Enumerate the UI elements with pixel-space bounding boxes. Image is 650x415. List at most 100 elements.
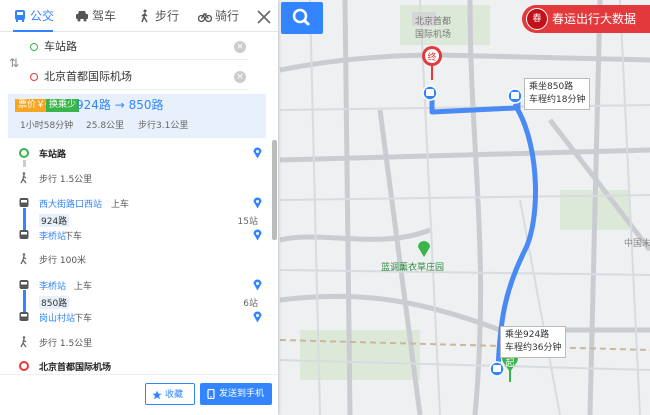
tab-bike-label: 骑行 — [215, 9, 240, 23]
end-marker-label: 终 — [427, 51, 436, 63]
step-end-name: 北京首都国际机场 — [39, 363, 112, 373]
start-field[interactable]: 车站路 × — [30, 34, 248, 60]
bus-icon — [19, 230, 29, 239]
tab-walk-label: 步行 — [155, 9, 180, 23]
walk-icon — [20, 253, 27, 265]
step-line-850-stops: 6站 — [243, 299, 258, 309]
step-alight-2[interactable]: 岗山村站 下车 — [8, 311, 270, 325]
route-distance: 25.8公里 — [86, 121, 125, 131]
route-callout-924: 乘坐924路 车程约36分钟 — [500, 326, 567, 358]
send-to-phone-label: 发送到手机 — [219, 389, 265, 399]
locate-pin-icon[interactable] — [253, 311, 262, 323]
route-inputs: 车站路 × 北京首都国际机场 × — [0, 32, 278, 94]
clear-start-icon[interactable]: × — [234, 41, 246, 53]
travel-mode-tabs: 公交 驾车 步行 骑行 — [0, 0, 278, 32]
step-alight-1[interactable]: 李桥站 下车 — [8, 229, 270, 243]
bus-stop-icon — [507, 88, 523, 104]
chinese-knot-icon: 春 — [526, 8, 548, 30]
callout-850-line: 乘坐850路 — [529, 82, 574, 92]
step-start[interactable]: 车站路 — [8, 146, 270, 160]
step-board-2-action: 上车 — [74, 282, 93, 292]
bus-icon — [15, 10, 25, 22]
route-walk-distance: 步行3.1公里 — [138, 121, 189, 131]
step-walk-3-text: 步行 1.5公里 — [39, 339, 93, 349]
tab-drive-label: 驾车 — [92, 9, 117, 23]
phone-icon — [207, 389, 215, 399]
step-walk-2: 步行 100米 — [8, 253, 270, 267]
step-board-2[interactable]: 李桥站 上车 — [8, 279, 270, 293]
step-board-1-station[interactable]: 西大街路口西站 — [39, 197, 102, 210]
step-walk-1: 步行 1.5公里 — [8, 172, 270, 186]
callout-924-time: 车程约36分钟 — [505, 343, 562, 353]
star-icon — [152, 390, 162, 400]
poi-airport-label: 北京首都 国际机场 — [415, 17, 452, 40]
start-point-icon — [19, 148, 29, 158]
locate-pin-icon[interactable] — [253, 147, 262, 159]
walk-icon — [141, 9, 148, 23]
step-board-1[interactable]: 西大街路口西站 上车 — [8, 197, 270, 211]
step-walk-3: 步行 1.5公里 — [8, 336, 270, 350]
route-summary-card[interactable]: 票价￥6 换乘少 924路 → 850路 1小时58分钟 25.8公里 步行3.… — [8, 94, 266, 138]
steps-scrollbar[interactable] — [272, 140, 277, 240]
end-field-value: 北京首都国际机场 — [44, 70, 132, 83]
search-button[interactable] — [281, 2, 323, 34]
step-line-924-stops: 15站 — [237, 217, 258, 227]
route-panel: 公交 驾车 步行 骑行 车站路 × 北京首都国际机场 × ⇅ 票价￥6 换乘少 — [0, 0, 278, 415]
favorite-button-label: 收藏 — [165, 390, 184, 400]
tab-walk[interactable]: 步行 — [138, 0, 180, 32]
step-line-924-name: 924路 — [39, 214, 70, 227]
step-walk-2-text: 步行 100米 — [39, 256, 87, 266]
start-dot-icon — [30, 43, 38, 51]
banner-text: 春运出行大数据 — [552, 12, 637, 26]
route-steps: 车站路 步行 1.5公里 西大街路口西站 上车 924路 15站 李桥站 下车 … — [8, 140, 270, 374]
tab-bus[interactable]: 公交 — [13, 0, 55, 32]
swap-icon[interactable]: ⇅ — [9, 56, 23, 70]
map-area-label: 中国末 — [624, 239, 650, 249]
end-point-icon — [19, 361, 29, 371]
poi-lavender-label: 蓝调薰衣草庄园 — [381, 263, 445, 273]
step-end[interactable]: 北京首都国际机场 — [8, 360, 270, 374]
send-to-phone-button[interactable]: 发送到手机 — [200, 383, 272, 405]
clear-end-icon[interactable]: × — [234, 71, 246, 83]
walk-icon — [20, 336, 27, 348]
favorite-button[interactable]: 收藏 — [145, 383, 195, 405]
end-field[interactable]: 北京首都国际机场 × — [30, 64, 248, 90]
search-icon — [292, 8, 310, 26]
bus-icon — [19, 198, 29, 207]
panel-footer: 收藏 发送到手机 — [0, 374, 278, 415]
fewer-transfers-tag: 换乘少 — [46, 99, 80, 112]
tab-bike[interactable]: 骑行 — [198, 0, 240, 32]
step-line-850-name: 850路 — [39, 296, 70, 309]
route-lines: 924路 → 850路 — [76, 98, 164, 112]
step-alight-1-station[interactable]: 李桥站 — [39, 229, 66, 242]
route-duration: 1小时58分钟 — [20, 121, 74, 131]
locate-pin-icon[interactable] — [253, 279, 262, 291]
step-line-850[interactable]: 850路 6站 — [8, 296, 270, 310]
close-icon[interactable] — [255, 8, 273, 26]
walk-icon — [20, 172, 27, 184]
start-marker-label: 起 — [505, 358, 514, 369]
step-connector — [23, 160, 26, 167]
end-dot-icon — [30, 73, 38, 81]
tab-bus-label: 公交 — [30, 9, 55, 23]
locate-pin-icon[interactable] — [253, 229, 262, 241]
locate-pin-icon[interactable] — [253, 197, 262, 209]
step-alight-1-action: 下车 — [64, 232, 83, 242]
car-icon — [76, 11, 88, 22]
start-field-value: 车站路 — [44, 40, 77, 53]
bike-icon — [198, 12, 212, 23]
step-walk-1-text: 步行 1.5公里 — [39, 175, 93, 185]
step-alight-2-action: 下车 — [74, 314, 93, 324]
step-alight-2-station[interactable]: 岗山村站 — [39, 311, 75, 324]
bus-icon — [19, 280, 29, 289]
bus-stop-icon — [489, 361, 505, 377]
tab-drive[interactable]: 驾车 — [75, 0, 117, 32]
route-callout-850: 乘坐850路 车程约18分钟 — [524, 78, 591, 110]
step-board-2-station[interactable]: 李桥站 — [39, 279, 66, 292]
callout-924-line: 乘坐924路 — [505, 330, 550, 340]
step-start-name: 车站路 — [39, 150, 67, 160]
spring-travel-banner[interactable]: 春 春运出行大数据 — [522, 5, 650, 33]
bus-stop-icon — [422, 85, 438, 101]
step-line-924[interactable]: 924路 15站 — [8, 214, 270, 228]
step-board-1-action: 上车 — [111, 200, 130, 210]
